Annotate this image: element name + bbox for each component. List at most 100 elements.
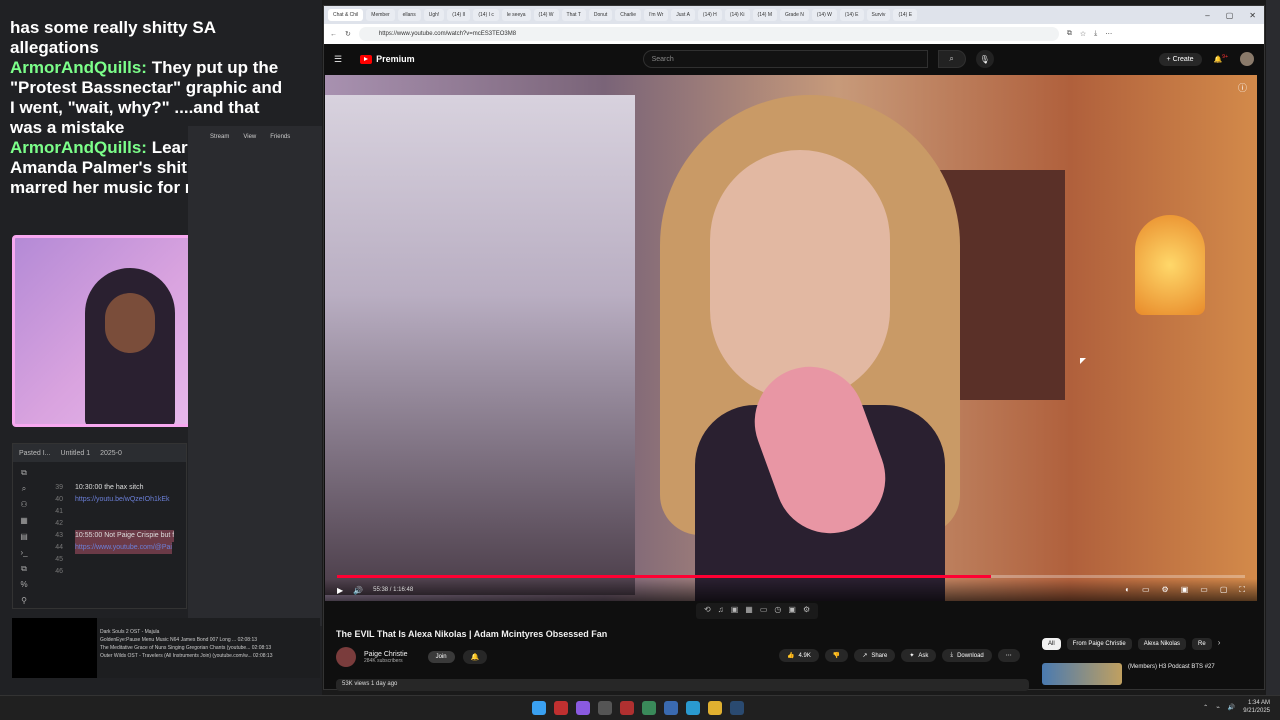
pin-icon[interactable]: ⚲ [17,596,31,612]
tray-icon[interactable]: ⌃ [1203,704,1208,711]
browser-tab[interactable]: ellans [397,9,421,21]
channel-avatar[interactable] [336,647,356,667]
film-icon[interactable]: ▦ [745,605,753,617]
steam-icon[interactable] [730,701,744,715]
loop-icon[interactable]: ⟲ [704,605,711,617]
volume-icon[interactable]: 🔊 [1228,704,1235,711]
note-text-highlighted[interactable]: 10:55:00 Not Paige Crispie but f [75,530,175,542]
browser-tab[interactable]: (14) E [893,9,918,21]
recommended-thumbnail[interactable] [1042,663,1122,685]
browser-tab[interactable]: Charlie [615,9,642,21]
audio-icon[interactable]: ♫ [718,605,724,617]
app-icon[interactable] [620,701,634,715]
browser-tab[interactable]: (14) E [839,9,864,21]
create-button[interactable]: + Create [1158,52,1202,66]
notes-tab[interactable]: Untitled 1 [61,450,91,457]
playlist-item[interactable]: GoldenEye:Pause Menu Music N64 James Bon… [100,636,320,644]
browser-tab[interactable]: (14) W [533,9,559,21]
start-icon[interactable] [532,701,546,715]
edge-icon[interactable] [686,701,700,715]
pip-icon[interactable]: ▣ [788,605,796,617]
settings-icon[interactable]: ⚙ [1162,585,1169,595]
fullscreen-icon[interactable]: ⛶ [1239,585,1245,595]
note-link-highlighted[interactable]: https://www.youtube.com/@Pai [75,542,172,554]
account-avatar[interactable] [1240,52,1254,66]
search-input[interactable]: Search [642,50,928,68]
browser-tab[interactable]: Surviv [866,9,891,21]
browser-tab[interactable]: (14) Ki [724,9,750,21]
clock[interactable]: 1:34 AM 9/21/2025 [1243,699,1270,715]
browser-tab[interactable]: That T [561,9,586,21]
play-icon[interactable]: ▶ [337,586,343,595]
terminal-icon[interactable]: ›_ [17,548,31,564]
browser-tab[interactable]: (14) I c [473,9,499,21]
app-icon[interactable] [576,701,590,715]
close-icon[interactable]: ✕ [1249,11,1256,20]
maximize-icon[interactable]: ▢ [1226,11,1234,20]
share-button[interactable]: ↗ Share [854,649,896,662]
obs-menu-friends[interactable]: Friends [270,134,290,140]
app-icon[interactable] [642,701,656,715]
notifications-button[interactable]: 🔔9+ [1214,54,1228,63]
cast-icon[interactable]: ▢ [1220,585,1228,595]
video-description[interactable]: 53K views 1 day ago [336,679,1029,691]
calendar-icon[interactable]: ▤ [17,532,31,548]
browser-tab[interactable]: (14) W [811,9,837,21]
menu-icon[interactable]: ⋯ [1105,30,1112,38]
recommended-video[interactable]: (Members) H3 Podcast BTS #27 [1042,663,1238,685]
browser-tab[interactable]: Grade N [780,9,809,21]
obs-menu-view[interactable]: View [243,134,256,140]
extensions-icon[interactable]: ⧉ [1067,30,1072,38]
browser-tab[interactable]: (14) M [752,9,777,21]
volume-icon[interactable]: 🔊 [353,586,363,595]
browser-tab[interactable]: Member [366,9,395,21]
browser-tab[interactable]: Just A [671,9,695,21]
playlist-item[interactable]: Dark Souls 2 OST - Majula [100,628,320,636]
browser-tab[interactable]: Donut [588,9,613,21]
miniplayer-icon[interactable]: ▣ [1181,585,1189,595]
captions-icon[interactable]: ▭ [1142,585,1150,595]
gear-icon[interactable]: ⚙ [803,605,810,617]
star-icon[interactable]: ☆ [1080,30,1086,38]
app-icon[interactable] [664,701,678,715]
browser-tab[interactable]: (14) II [447,9,471,21]
files-icon[interactable]: ⧉ [17,468,31,484]
graph-icon[interactable]: ⚇ [17,500,31,516]
back-icon[interactable]: ← [330,31,337,38]
autoplay-toggle[interactable]: ◐ [1125,585,1130,595]
dislike-button[interactable]: 👎 [824,649,849,662]
refresh-icon[interactable]: ↻ [345,30,351,38]
app-icon[interactable] [598,701,612,715]
video-player[interactable]: ⓘ ▶ 🔊 55:38 / 1:16:48 ◐ ▭ ⚙ ▣ ▭ ▢ ⛶ [325,75,1257,601]
mic-button[interactable]: 🎙 [975,50,994,68]
progress-bar[interactable] [337,575,1245,578]
more-actions-button[interactable]: ⋯ [997,649,1020,662]
minimize-icon[interactable]: – [1205,11,1209,20]
browser-tab[interactable]: (14) H [697,9,722,21]
chip-from-channel[interactable]: From Paige Christie [1066,638,1132,650]
join-button[interactable]: Join [427,651,455,663]
percent-icon[interactable]: % [17,580,31,596]
browser-tab[interactable]: le seeya [501,9,531,21]
hamburger-icon[interactable]: ☰ [334,54,342,65]
app-icon[interactable] [554,701,568,715]
chip-alexa-nikolas[interactable]: Alexa Nikolas [1137,638,1187,650]
browser-tab[interactable]: I'm Wr [644,9,669,21]
chip-related[interactable]: Re [1192,638,1212,650]
url-field[interactable]: https://www.youtube.com/watch?v=mcES3TEO… [358,27,1059,41]
download-button[interactable]: ⤓ Download [942,649,992,662]
playlist-item[interactable]: The Meditative Grace of Nuns Singing Gre… [100,644,320,652]
theater-icon[interactable]: ▭ [1200,585,1208,595]
screenshot-icon[interactable]: ▣ [731,605,739,617]
search-icon[interactable]: ⌕ [17,484,31,500]
chevron-right-icon[interactable]: › [1218,638,1221,650]
network-icon[interactable]: ⌁ [1216,704,1220,711]
obs-menu-stream[interactable]: Stream [210,134,229,140]
subscribe-bell-button[interactable]: 🔔 [462,650,488,664]
youtube-logo[interactable]: Premium [360,54,415,64]
folder-icon[interactable] [708,701,722,715]
notes-tab[interactable]: Pasted I... [19,450,51,457]
channel-name[interactable]: Paige Christie [364,651,408,658]
frame-icon[interactable]: ▭ [760,605,768,617]
note-link[interactable]: https://youtu.be/wQzeIOh1kEk [75,494,170,506]
